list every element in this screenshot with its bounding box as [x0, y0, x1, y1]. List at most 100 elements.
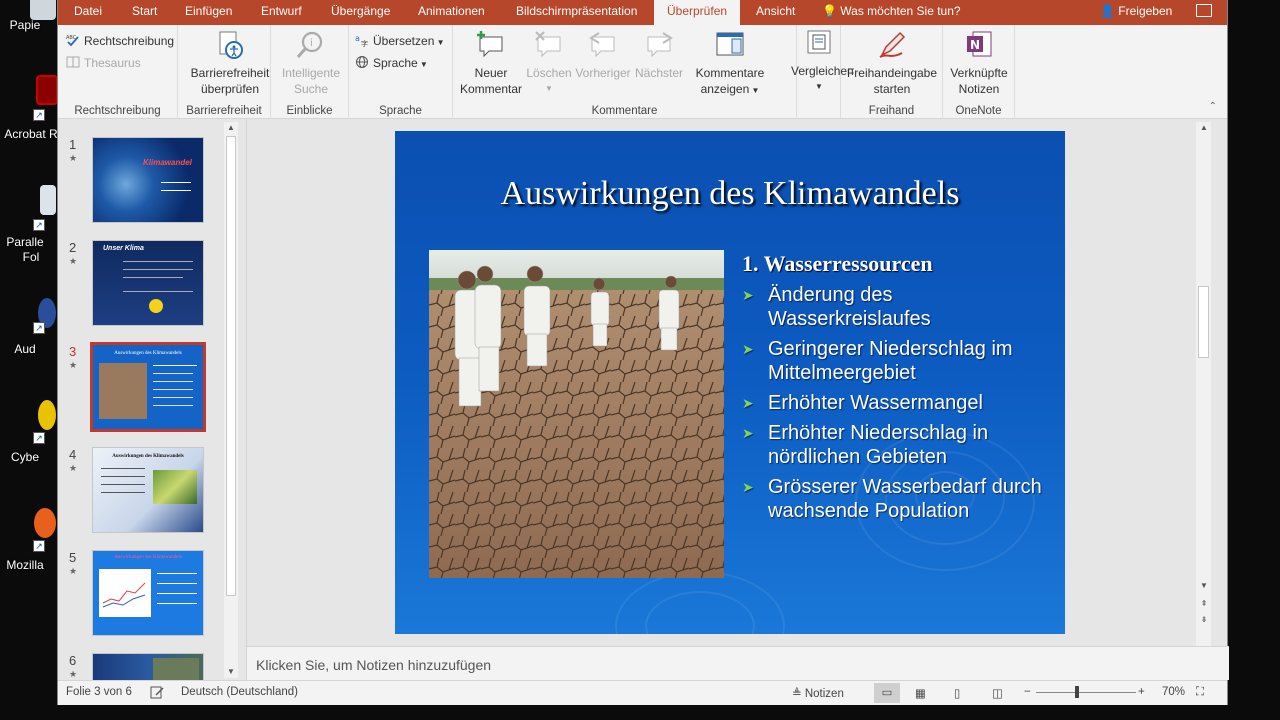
desktop-icon-firefox[interactable]: ↗ Mozilla	[0, 508, 58, 578]
accessibility-check-button[interactable]: Barrierefreiheit überprüfen	[190, 29, 270, 97]
slide-counter: Folie 3 von 6	[66, 686, 132, 698]
desktop-icon-parallels[interactable]: ↗ Paralle Fol	[0, 185, 58, 265]
zoom-slider-thumb[interactable]	[1075, 686, 1079, 698]
thumbnail-scrollbar[interactable]: ▲ ▼	[224, 122, 238, 678]
desktop-icon-papierkorb[interactable]: Papie	[0, 0, 58, 40]
scroll-up-icon[interactable]: ▲	[1197, 122, 1211, 134]
slide-scrollbar[interactable]: ▲ ▼ ⇞ ⇟	[1196, 122, 1211, 647]
slide-sorter-icon[interactable]: ▦	[915, 686, 926, 700]
tab-entwurf[interactable]: Entwurf	[261, 0, 302, 25]
scroll-down-icon[interactable]: ▼	[1197, 580, 1211, 592]
language-status[interactable]: Deutsch (Deutschland)	[181, 686, 298, 698]
slide-thumbnail-pane: 1 ★ Klimawandel 2 ★ Unser Klima 3 ★ Ausw…	[58, 119, 242, 680]
ribbon-tab-bar: Datei Start Einfügen Entwurf Übergänge A…	[58, 0, 1227, 25]
desktop-icon-cyberlink[interactable]: ↗ Cybe	[0, 400, 58, 470]
next-slide-icon[interactable]: ⇟	[1197, 614, 1211, 626]
chevron-right-icon: ➤	[742, 287, 754, 303]
group-label: OneNote	[955, 105, 1002, 117]
firefox-icon	[34, 508, 56, 538]
ribbon: ABC Rechtschreibung Thesaurus Rechtschrei…	[58, 25, 1227, 119]
slide-thumbnail[interactable]: 1 ★ Klimawandel	[58, 137, 228, 227]
dropdown-arrow-icon: ▼	[434, 38, 445, 47]
scrollbar-thumb[interactable]	[1198, 286, 1209, 358]
tab-uebergaenge[interactable]: Übergänge	[331, 0, 390, 25]
tab-start[interactable]: Start	[132, 0, 157, 25]
notes-icon: ≜	[792, 688, 805, 700]
tab-ueberpruefen[interactable]: Überprüfen	[654, 0, 741, 25]
shortcut-arrow-icon: ↗	[33, 219, 45, 231]
new-comment-icon	[477, 31, 503, 58]
smart-lookup-button[interactable]: i Intelligente Suche	[277, 29, 345, 97]
zoom-out-icon[interactable]: −	[1024, 686, 1031, 698]
slide-photo[interactable]	[429, 250, 724, 578]
tab-ansicht[interactable]: Ansicht	[756, 0, 795, 25]
delete-comment-button[interactable]: Löschen ▼	[523, 29, 575, 97]
collapse-ribbon-icon[interactable]: ⌃	[1209, 101, 1217, 112]
normal-view-icon[interactable]: ▭	[874, 683, 900, 703]
cyberlink-icon	[38, 400, 56, 430]
start-inking-button[interactable]: Freihandeingabe starten	[845, 29, 939, 97]
scrollbar-thumb[interactable]	[226, 136, 236, 596]
tab-datei[interactable]: Datei	[74, 0, 102, 25]
zoom-level[interactable]: 70%	[1162, 686, 1185, 698]
shortcut-arrow-icon: ↗	[33, 322, 45, 334]
bullet-item: ➤ Änderung des Wasserkreislaufes	[742, 284, 931, 330]
compare-button[interactable]: Vergleichen ▼	[791, 27, 854, 95]
pen-icon	[879, 31, 906, 58]
group-label: Kommentare	[591, 105, 658, 117]
tab-animationen[interactable]: Animationen	[418, 0, 485, 25]
group-sprache: a 字 Übersetzen ▼ Sprache ▼ Sprache	[349, 25, 453, 119]
chevron-right-icon: ➤	[742, 425, 754, 441]
fit-to-window-icon[interactable]: ⛶	[1196, 686, 1204, 699]
share-button[interactable]: 👤 Freigeben	[1100, 0, 1172, 25]
search-icon: i	[296, 31, 323, 58]
reading-view-icon[interactable]: ▯	[954, 686, 960, 700]
linked-notes-button[interactable]: N Verknüpfte Notizen	[945, 29, 1013, 97]
notes-toggle-button[interactable]: ≜ Notizen	[792, 686, 844, 700]
group-barrierefreiheit: Barrierefreiheit überprüfen Barrierefrei…	[178, 25, 271, 119]
comments-pane-icon	[716, 32, 744, 56]
slide-body-text[interactable]: 1. Wasserressourcen ➤ Änderung des Wasser…	[742, 251, 1042, 529]
slide-title[interactable]: Auswirkungen des Klimawandels	[395, 175, 1065, 213]
chevron-right-icon: ➤	[742, 395, 754, 411]
group-label: Barrierefreiheit	[186, 105, 262, 117]
bullet-item: ➤ Grösserer Wasserbedarf durch wachsende …	[742, 476, 1042, 522]
onenote-icon: N	[967, 31, 992, 57]
previous-comment-button[interactable]: Vorheriger	[573, 29, 633, 81]
show-comments-button[interactable]: Kommentare anzeigen ▼	[691, 29, 769, 99]
bullet-heading: 1. Wasserressourcen	[742, 251, 933, 276]
desktop-icon-acrobat[interactable]: ↗ Acrobat R	[0, 75, 58, 145]
language-button[interactable]: Sprache ▼	[355, 53, 428, 73]
next-comment-button[interactable]: Nächster	[633, 29, 685, 81]
zoom-slider[interactable]	[1036, 686, 1136, 698]
scroll-down-icon[interactable]: ▼	[224, 666, 238, 678]
desktop-icon-audio[interactable]: ↗ Aud	[0, 298, 58, 358]
translate-button[interactable]: a 字 Übersetzen ▼	[355, 31, 445, 51]
transition-star-icon: ★	[69, 360, 78, 370]
thesaurus-button[interactable]: Thesaurus	[66, 53, 141, 73]
recycle-bin-icon	[30, 0, 56, 20]
spelling-button[interactable]: ABC Rechtschreibung	[66, 31, 174, 51]
accessibility-icon	[219, 31, 243, 59]
group-onenote: N Verknüpfte Notizen OneNote	[943, 25, 1015, 119]
tab-bildschirmpraesentation[interactable]: Bildschirmpräsentation	[516, 0, 637, 25]
new-comment-button[interactable]: Neuer Kommentar	[457, 29, 525, 97]
notes-pane[interactable]: Klicken Sie, um Notizen hinzuzufügen	[246, 646, 1229, 680]
svg-text:字: 字	[361, 39, 368, 47]
current-slide[interactable]: Auswirkungen des Klimawandels 1. Wasserr…	[395, 131, 1065, 634]
slide-thumbnail[interactable]: 4 ★ Auswirkungen des Klimawandels	[58, 447, 228, 537]
slideshow-icon[interactable]: ◫	[992, 686, 1003, 700]
powerpoint-window: Datei Start Einfügen Entwurf Übergänge A…	[57, 0, 1229, 705]
tell-me-box[interactable]: 💡 Was möchten Sie tun?	[822, 0, 961, 25]
scroll-up-icon[interactable]: ▲	[224, 122, 238, 134]
zoom-in-icon[interactable]: +	[1138, 686, 1145, 698]
slide-thumbnail-selected[interactable]: 3 ★ Auswirkungen des Klimawandels	[58, 342, 228, 434]
slide-thumbnail[interactable]: 6 ★	[58, 653, 228, 680]
spell-status-icon[interactable]	[150, 686, 165, 702]
previous-slide-icon[interactable]: ⇞	[1197, 598, 1211, 610]
slide-thumbnail[interactable]: 2 ★ Unser Klima	[58, 240, 228, 330]
tab-einfuegen[interactable]: Einfügen	[185, 0, 232, 25]
slide-thumbnail[interactable]: 5 ★ Auswirkungen des Klimawandels	[58, 550, 228, 640]
comments-icon[interactable]	[1196, 4, 1212, 17]
bullet-item: ➤ Geringerer Niederschlag im Mittelmeerge…	[742, 338, 1013, 384]
